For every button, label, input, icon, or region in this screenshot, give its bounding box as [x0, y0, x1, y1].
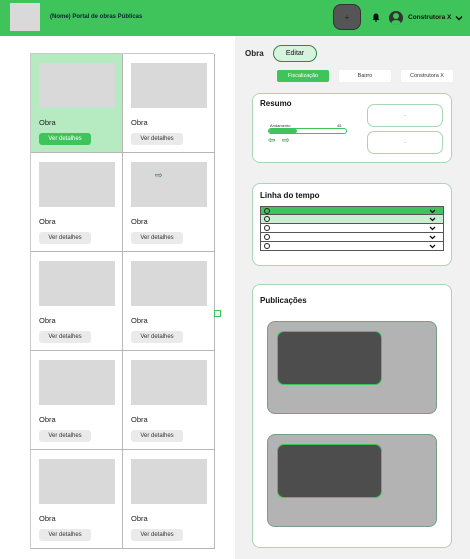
arrow-left-icon[interactable]: ⇦	[268, 135, 276, 146]
work-image	[131, 63, 207, 108]
timeline-row[interactable]	[260, 233, 444, 242]
work-image	[39, 261, 115, 306]
circle-icon	[264, 216, 270, 222]
view-details-button[interactable]: Ver detalhes	[39, 430, 91, 442]
work-card[interactable]: ⇨ Obra Ver detalhes	[123, 153, 215, 252]
work-card[interactable]: Obra Ver detalhes	[31, 351, 123, 450]
work-card[interactable]: Obra Ver detalhes	[123, 351, 215, 450]
work-card[interactable]: Obra Ver detalhes	[123, 54, 215, 153]
summary-panel: Resumo Andamento 45 ⇦ ⇨ - -	[252, 93, 452, 163]
publications-title: Publicações	[260, 296, 307, 305]
plus-icon: +	[344, 12, 350, 22]
work-card[interactable]: Obra Ver detalhes	[31, 252, 123, 351]
bell-icon[interactable]	[372, 13, 380, 22]
circle-icon	[264, 225, 270, 231]
progress-bar	[268, 128, 347, 134]
works-grid: Obra Ver detalhes Obra Ver detalhes Obra Ver …	[30, 53, 215, 549]
chevron-down-icon[interactable]	[455, 14, 463, 22]
view-details-button[interactable]: Ver detalhes	[131, 133, 183, 145]
timeline-row[interactable]	[260, 242, 444, 251]
work-title: Obra	[131, 415, 148, 424]
arrow-right-icon[interactable]: ⇨	[282, 135, 290, 146]
publication-thumbnail	[277, 331, 382, 385]
tab-bairro[interactable]: Bairro	[339, 70, 391, 82]
chevron-down-icon[interactable]	[429, 243, 436, 250]
arrow-right-icon: ⇨	[155, 170, 163, 180]
publication-thumbnail	[277, 444, 382, 498]
timeline-panel: Linha do tempo	[252, 183, 452, 266]
circle-icon	[264, 208, 270, 214]
app-title: (Nome) Portal de obras Públicas	[50, 14, 143, 20]
chevron-down-icon[interactable]	[429, 234, 436, 241]
work-title: Obra	[131, 118, 148, 127]
publication-card[interactable]	[267, 434, 437, 527]
summary-title: Resumo	[260, 99, 292, 108]
work-image	[39, 459, 115, 504]
logo	[10, 3, 40, 31]
work-card[interactable]: Obra Ver detalhes	[31, 450, 123, 549]
chevron-down-icon[interactable]	[429, 225, 436, 232]
user-name[interactable]: Construtora X	[408, 14, 451, 21]
work-image	[39, 63, 115, 108]
stat-box-bottom: -	[367, 131, 443, 154]
work-image	[131, 261, 207, 306]
chevron-down-icon[interactable]	[429, 208, 436, 215]
work-image	[131, 459, 207, 504]
circle-icon	[264, 234, 270, 240]
work-title: Obra	[131, 316, 148, 325]
view-details-button[interactable]: Ver detalhes	[131, 232, 183, 244]
view-details-button[interactable]: Ver detalhes	[39, 133, 91, 145]
work-card[interactable]: Obra Ver detalhes	[123, 252, 215, 351]
view-details-button[interactable]: Ver detalhes	[131, 331, 183, 343]
tab-fiscalizacao[interactable]: Fiscalização	[277, 70, 329, 82]
work-title: Obra	[131, 217, 148, 226]
avatar[interactable]	[389, 11, 403, 25]
work-image	[131, 360, 207, 405]
edit-button[interactable]: Editar	[273, 45, 317, 62]
work-image	[39, 360, 115, 405]
resize-handle[interactable]	[214, 310, 221, 317]
timeline-row[interactable]	[260, 206, 444, 215]
work-image	[39, 162, 115, 207]
work-card[interactable]: Obra Ver detalhes	[123, 450, 215, 549]
chevron-down-icon[interactable]	[429, 216, 436, 223]
work-image: ⇨	[131, 162, 207, 207]
view-details-button[interactable]: Ver detalhes	[131, 529, 183, 541]
add-button[interactable]: +	[333, 4, 361, 30]
work-title: Obra	[39, 514, 56, 523]
work-card[interactable]: Obra Ver detalhes	[31, 153, 123, 252]
publication-card[interactable]	[267, 321, 437, 414]
view-details-button[interactable]: Ver detalhes	[39, 331, 91, 343]
work-title: Obra	[39, 217, 56, 226]
tab-construtora[interactable]: Construtora X	[401, 70, 453, 82]
timeline-row[interactable]	[260, 215, 444, 224]
top-bar: (Nome) Portal de obras Públicas + Constr…	[0, 0, 470, 36]
timeline-row[interactable]	[260, 224, 444, 233]
stat-box-top: -	[367, 104, 443, 127]
view-details-button[interactable]: Ver detalhes	[39, 232, 91, 244]
work-title: Obra	[131, 514, 148, 523]
work-title: Obra	[39, 415, 56, 424]
detail-title: Obra	[245, 49, 264, 58]
view-details-button[interactable]: Ver detalhes	[131, 430, 183, 442]
publications-panel: Publicações	[252, 284, 452, 548]
view-details-button[interactable]: Ver detalhes	[39, 529, 91, 541]
progress-fill	[269, 129, 298, 133]
work-title: Obra	[39, 118, 56, 127]
circle-icon	[264, 243, 270, 249]
timeline-list	[260, 206, 444, 251]
work-card[interactable]: Obra Ver detalhes	[31, 54, 123, 153]
work-title: Obra	[39, 316, 56, 325]
timeline-title: Linha do tempo	[260, 191, 320, 200]
